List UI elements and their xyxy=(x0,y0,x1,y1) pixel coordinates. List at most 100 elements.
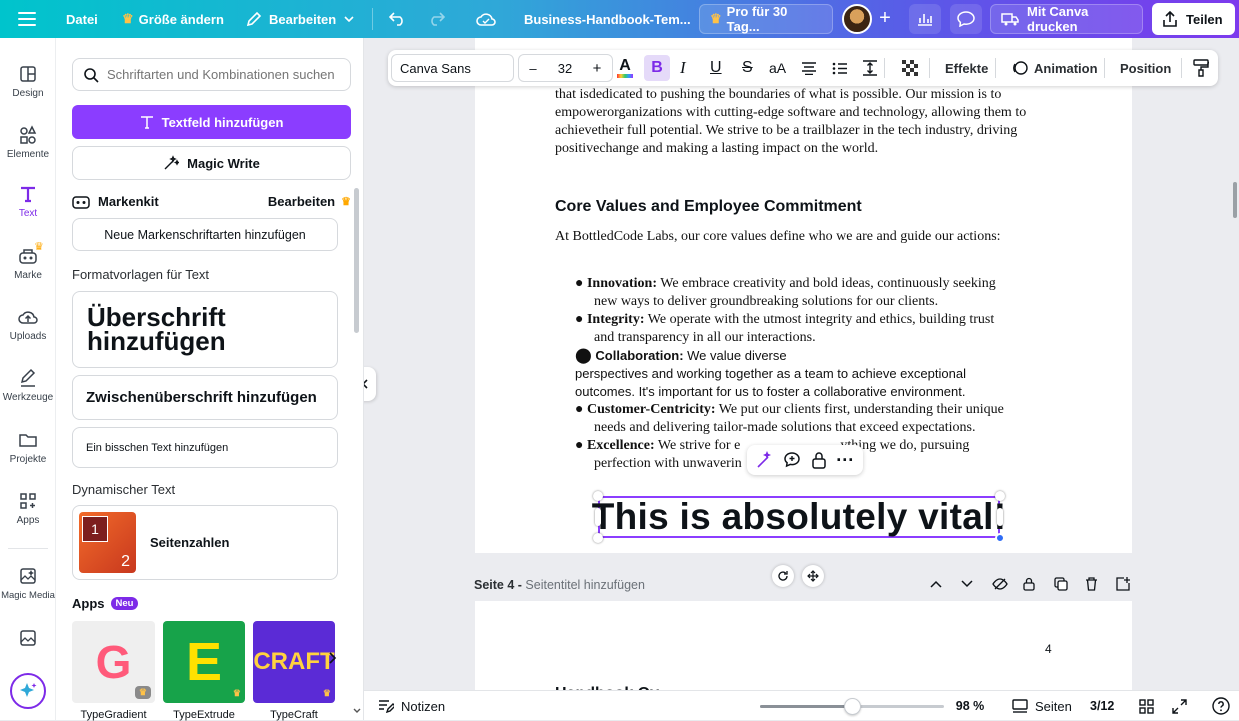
intro-text[interactable]: At BottledCode Labs, our core values def… xyxy=(555,228,1001,246)
notes-button[interactable]: Notizen xyxy=(378,691,445,721)
fullscreen-icon[interactable] xyxy=(1172,691,1187,721)
search-input[interactable] xyxy=(107,67,347,82)
increase-size-button[interactable]: + xyxy=(583,60,611,77)
page-numbers-card[interactable]: 1 2 Seitenzahlen xyxy=(72,505,338,580)
rail-item-projects[interactable]: Projekte xyxy=(0,430,56,465)
subheading-style-label: Zwischenüberschrift hinzufügen xyxy=(86,389,317,406)
resize-handle[interactable] xyxy=(593,533,603,543)
list-icon[interactable] xyxy=(832,50,848,86)
zoom-level[interactable]: 98 % xyxy=(950,691,990,721)
page-4-title[interactable]: Seite 4 - Seitentitel hinzufügen xyxy=(474,578,645,592)
resize-handle[interactable] xyxy=(595,508,601,526)
move-handle[interactable] xyxy=(802,565,824,587)
underline-icon[interactable]: U xyxy=(710,50,722,86)
bold-icon[interactable]: B xyxy=(644,55,670,81)
zoom-thumb[interactable] xyxy=(844,697,861,715)
align-center-icon[interactable] xyxy=(801,50,817,86)
magic-edit-icon[interactable] xyxy=(756,451,774,469)
heading-style-card[interactable]: Überschrift hinzufügen xyxy=(72,291,338,368)
delete-page-icon[interactable] xyxy=(1085,577,1104,591)
app-typeextrude-thumb[interactable]: E ♛ xyxy=(163,621,245,703)
panel-scrollbar[interactable] xyxy=(354,188,359,333)
add-brand-fonts-button[interactable]: Neue Markenschriftarten hinzufügen xyxy=(72,218,338,251)
analytics-icon[interactable] xyxy=(909,4,941,34)
comment-icon[interactable] xyxy=(783,451,801,469)
divider xyxy=(372,8,373,30)
add-textbox-button[interactable]: Textfeld hinzufügen xyxy=(72,105,351,139)
menu-icon[interactable] xyxy=(18,0,36,38)
zoom-slider[interactable] xyxy=(760,691,944,721)
add-page-icon[interactable] xyxy=(1116,577,1135,591)
hide-page-icon[interactable] xyxy=(992,578,1011,590)
rail-item-photos[interactable] xyxy=(0,628,56,652)
avatar[interactable] xyxy=(842,0,874,38)
rail-item-text[interactable]: Text xyxy=(0,184,56,219)
transparency-icon[interactable] xyxy=(902,50,918,86)
mission-paragraph[interactable]: that isdedicated to pushing the boundari… xyxy=(555,86,1026,158)
file-menu[interactable]: Datei xyxy=(66,0,98,38)
page-3[interactable]: that isdedicated to pushing the boundari… xyxy=(475,38,1132,553)
effects-button[interactable]: Effekte xyxy=(945,50,988,86)
resize-handle[interactable] xyxy=(995,491,1005,501)
selected-textbox[interactable]: This is absolutely vital! xyxy=(592,496,1006,538)
help-icon[interactable] xyxy=(1212,691,1230,721)
move-page-up-icon[interactable] xyxy=(930,580,949,588)
rail-item-apps[interactable]: Apps xyxy=(0,491,56,526)
print-button[interactable]: Mit Canva drucken xyxy=(990,4,1143,34)
comment-icon[interactable] xyxy=(950,4,982,34)
body-style-card[interactable]: Ein bisschen Text hinzufügen xyxy=(72,427,338,468)
values-list[interactable]: ● Innovation: We embrace creativity and … xyxy=(575,275,1045,473)
font-family-select[interactable]: Canva Sans xyxy=(391,54,514,82)
resize-handle[interactable] xyxy=(593,491,603,501)
rail-item-brand[interactable]: Marke ♛ xyxy=(0,241,56,281)
subheading-style-card[interactable]: Zwischenüberschrift hinzufügen xyxy=(72,375,338,420)
strikethrough-icon[interactable]: S xyxy=(742,50,753,86)
scroll-down-icon[interactable] xyxy=(353,708,361,714)
resize-handle[interactable] xyxy=(997,508,1003,526)
rail-item-design[interactable]: Design xyxy=(0,64,56,99)
text-panel: Textfeld hinzufügen Magic Write Markenki… xyxy=(56,38,364,721)
move-page-down-icon[interactable] xyxy=(961,580,980,588)
redo-icon[interactable] xyxy=(427,0,445,38)
brand-edit-link[interactable]: Bearbeiten xyxy=(268,194,335,209)
app-typegradient-thumb[interactable]: G ♛ xyxy=(72,621,155,703)
magic-assistant-button[interactable] xyxy=(10,673,46,709)
letter-case-icon[interactable]: aA xyxy=(769,50,786,86)
decrease-size-button[interactable]: – xyxy=(519,61,547,76)
rail-item-elements[interactable]: Elemente xyxy=(0,125,56,160)
edit-label: Bearbeiten xyxy=(269,11,337,27)
magic-write-button[interactable]: Magic Write xyxy=(72,146,351,180)
pro-trial-button[interactable]: ♛ Pro für 30 Tag... xyxy=(699,4,833,34)
edit-menu[interactable]: Bearbeiten xyxy=(246,0,354,38)
resize-button[interactable]: ♛ Größe ändern xyxy=(122,0,224,38)
resize-handle[interactable] xyxy=(995,533,1005,543)
add-collaborator-icon[interactable]: + xyxy=(876,0,894,38)
rail-item-magic-media[interactable]: Magic Media xyxy=(0,566,56,601)
share-button[interactable]: Teilen xyxy=(1152,3,1235,35)
position-button[interactable]: Position xyxy=(1120,50,1171,86)
chevron-right-icon[interactable] xyxy=(329,652,337,664)
spacing-icon[interactable] xyxy=(862,50,878,86)
text-color-icon[interactable]: A xyxy=(617,50,633,86)
animation-button[interactable]: Animation xyxy=(1012,50,1098,86)
app-typecraft-thumb[interactable]: CRAFT ♛ xyxy=(253,621,335,703)
pages-button[interactable]: Seiten xyxy=(1012,691,1072,721)
rotate-handle[interactable] xyxy=(772,565,794,587)
lock-icon[interactable] xyxy=(811,451,827,469)
search-field[interactable] xyxy=(72,58,351,91)
undo-icon[interactable] xyxy=(389,0,407,38)
font-size-input[interactable]: 32 xyxy=(547,61,583,76)
rail-item-uploads[interactable]: Uploads xyxy=(0,307,56,342)
document-title[interactable]: Business-Handbook-Tem... xyxy=(524,0,691,38)
grid-view-icon[interactable] xyxy=(1139,691,1154,721)
rail-item-tools[interactable]: Werkzeuge xyxy=(0,368,56,403)
duplicate-page-icon[interactable] xyxy=(1054,577,1073,591)
section-heading[interactable]: Core Values and Employee Commitment xyxy=(555,198,862,216)
italic-icon[interactable]: I xyxy=(680,50,686,86)
copy-style-icon[interactable] xyxy=(1193,50,1209,86)
more-options-icon[interactable]: ··· xyxy=(836,451,854,469)
canvas-scrollbar[interactable] xyxy=(1233,182,1237,218)
cloud-saved-icon[interactable] xyxy=(476,0,496,38)
collapse-panel-button[interactable] xyxy=(364,367,376,401)
lock-page-icon[interactable] xyxy=(1023,577,1042,591)
